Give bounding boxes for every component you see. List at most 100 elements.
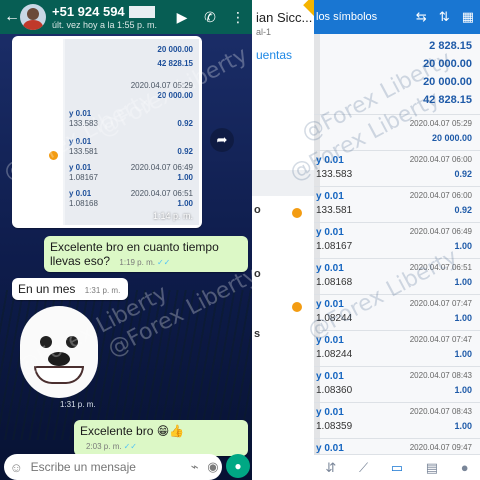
img-line-5: y 0.01	[69, 137, 92, 146]
trade-symbol: y 0.01	[316, 227, 344, 238]
contact-name: +51 924 594	[52, 4, 125, 19]
trade-profit: 1.00	[454, 385, 472, 395]
trade-price: 1.08359	[316, 421, 353, 432]
img-line-4c: 0.92	[177, 119, 193, 128]
messages-icon[interactable]: ●	[461, 460, 469, 475]
row-amount: 20 000.00	[431, 133, 472, 143]
quotes-icon[interactable]: ⇵	[325, 460, 336, 476]
trade-date: 2020.04.07 08:43	[409, 371, 472, 380]
message-bubble-out[interactable]: Excelente bro 😁👍 2:03 p. m. ✓✓	[74, 420, 248, 456]
image-message[interactable]: 20 000.00 42 828.15 2020.04.07 05:29 20 …	[12, 36, 202, 228]
trade-date: 2020.04.07 07:47	[409, 335, 472, 344]
trade-symbol: y 0.01	[316, 299, 344, 310]
drawer-item-label[interactable]: o	[254, 204, 261, 216]
drawer-selected-item[interactable]	[252, 170, 314, 196]
trade-price: 1.08360	[316, 385, 353, 396]
trade-price: 1.08244	[316, 313, 353, 324]
trade-symbol: y 0.01	[316, 371, 344, 382]
history-header: los símbolos ⇆ ⇅ ▦	[314, 0, 480, 34]
trade-symbol: y 0.01	[316, 155, 344, 166]
img-line-4: y 0.01	[69, 109, 92, 118]
trade-history: los símbolos ⇆ ⇅ ▦ 2 828.15 20 000.00 20…	[314, 0, 480, 480]
message-bubble-in[interactable]: En un mes 1:31 p. m.	[12, 278, 128, 300]
trade-symbol: y 0.01	[316, 191, 344, 202]
summary-profit: 2 828.15	[429, 40, 472, 52]
trade-date: 2020.04.07 06:51	[409, 263, 472, 272]
history-title[interactable]: los símbolos	[316, 11, 416, 23]
img-line-6c: 1.00	[177, 173, 193, 182]
message-input[interactable]	[30, 460, 186, 474]
calendar-icon[interactable]: ▦	[462, 9, 474, 25]
menu-icon[interactable]: ⋮	[230, 9, 246, 26]
trade-price: 133.583	[316, 169, 353, 180]
dog-sticker[interactable]	[20, 306, 98, 398]
camera-icon[interactable]: ◉	[204, 459, 222, 475]
back-arrow-icon[interactable]: ←	[4, 8, 20, 26]
read-ticks-icon: ✓✓	[156, 258, 171, 267]
period-icon[interactable]: ⇆	[416, 9, 427, 25]
image-left-strip	[15, 39, 63, 225]
avatar[interactable]	[20, 4, 46, 30]
microphone-icon[interactable]: ●	[226, 454, 250, 478]
img-line-1: 20 000.00	[157, 45, 193, 54]
summary-total: 42 828.15	[423, 94, 472, 106]
account-server: al-1	[256, 27, 272, 37]
trade-profit: 0.92	[454, 169, 472, 179]
trade-icon[interactable]: ▭	[391, 460, 403, 476]
trade-symbol: y 0.01	[316, 443, 344, 454]
image-time: 1:14 p. m.	[152, 211, 193, 221]
accounts-link[interactable]: uentas	[256, 48, 292, 62]
img-line-6r: 2020.04.07 06:49	[130, 163, 193, 172]
drawer-item-label[interactable]: o	[254, 268, 261, 280]
trade-date: 2020.04.07 07:47	[409, 299, 472, 308]
trade-date: 2020.04.07 06:00	[409, 155, 472, 164]
trade-row[interactable]: y 0.01 1.08244 2020.04.07 07:47 1.00	[314, 294, 480, 330]
trade-row[interactable]: y 0.01 1.08244 2020.04.07 07:47 1.00	[314, 330, 480, 366]
deposit-row[interactable]: 2020.04.07 05:29 20 000.00	[314, 114, 480, 150]
summary-deposit: 20 000.00	[423, 58, 472, 70]
emoji-icon[interactable]: ☺	[8, 460, 25, 475]
message-text: En un mes	[18, 282, 76, 296]
notification-dot-icon	[292, 302, 302, 312]
message-text: Excelente bro 😁👍	[80, 424, 185, 438]
trade-date: 2020.04.07 08:43	[409, 407, 472, 416]
sort-icon[interactable]: ⇅	[439, 9, 450, 25]
trade-row[interactable]: y 0.01 1.08167 2020.04.07 06:49 1.00	[314, 222, 480, 258]
message-time: 2:03 p. m.	[86, 442, 122, 451]
trade-date: 2020.04.07 06:49	[409, 227, 472, 236]
last-seen: últ. vez hoy a la 1:55 p. m.	[52, 20, 158, 30]
video-call-icon[interactable]: ▶	[174, 9, 190, 26]
account-name: ian Sicc...	[256, 10, 313, 25]
trade-row[interactable]: y 0.01 1.08359 2020.04.07 08:43 1.00	[314, 402, 480, 438]
img-line-5c: 0.92	[177, 147, 193, 156]
chart-icon[interactable]: ⟋	[359, 460, 368, 476]
attach-icon[interactable]: ⌁	[186, 459, 204, 475]
img-line-3: 2020.04.07 05:29	[130, 81, 193, 90]
trade-price: 1.08168	[316, 277, 353, 288]
contact-info[interactable]: +51 924 594 últ. vez hoy a la 1:55 p. m.	[52, 4, 174, 30]
history-icon[interactable]: ▤	[426, 460, 438, 476]
trade-row[interactable]: y 0.01 1.08360 2020.04.07 08:43 1.00	[314, 366, 480, 402]
whatsapp-chat: ← +51 924 594 últ. vez hoy a la 1:55 p. …	[0, 0, 252, 480]
contact-name-row: +51 924 594	[52, 4, 174, 19]
share-icon[interactable]: ➦	[210, 128, 234, 152]
sticker-eye	[40, 336, 52, 348]
sticker-time: 1:31 p. m.	[60, 400, 96, 409]
trade-symbol: y 0.01	[316, 263, 344, 274]
message-time: 1:19 p. m.	[119, 258, 155, 267]
trade-row[interactable]: y 0.01 1.08168 2020.04.07 06:51 1.00	[314, 258, 480, 294]
orange-dot-icon	[49, 151, 58, 160]
account-drawer: ian Sicc... al-1 uentas o o s	[252, 0, 314, 480]
trade-profit: 0.92	[454, 205, 472, 215]
trade-row[interactable]: y 0.01 133.581 2020.04.07 06:00 0.92	[314, 186, 480, 222]
trade-price: 1.08167	[316, 241, 353, 252]
phone-icon[interactable]: ✆	[202, 9, 218, 26]
img-line-7c: 1.00	[177, 199, 193, 208]
message-bubble-out[interactable]: Excelente bro en cuanto tiempo llevas es…	[44, 236, 248, 272]
drawer-item-label[interactable]: s	[254, 328, 260, 340]
chat-header: ← +51 924 594 últ. vez hoy a la 1:55 p. …	[0, 0, 252, 34]
drawer-header: ian Sicc... al-1	[252, 0, 314, 40]
redaction-box	[128, 5, 155, 18]
trade-row[interactable]: y 0.01 133.583 2020.04.07 06:00 0.92	[314, 150, 480, 186]
header-actions: ▶ ✆ ⋮	[174, 9, 246, 26]
